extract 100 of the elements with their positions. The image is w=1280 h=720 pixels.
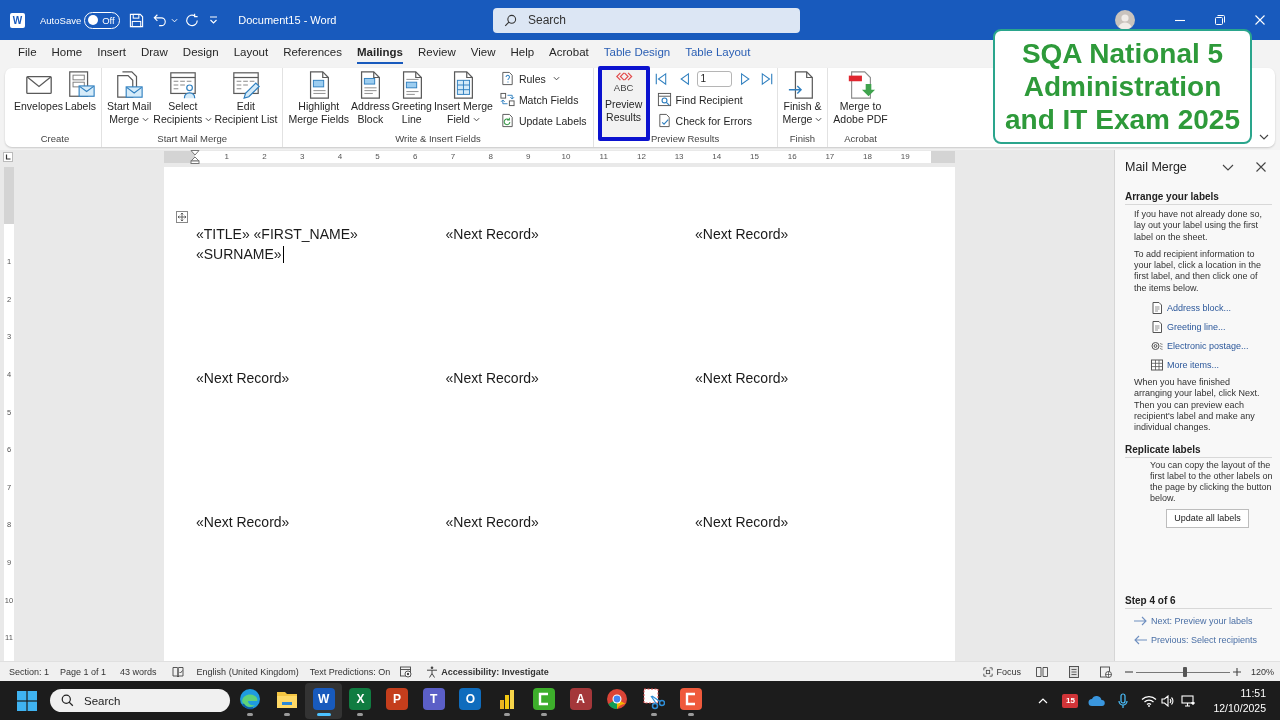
customize-icon[interactable]: [209, 16, 219, 24]
web-layout-icon[interactable]: [1099, 665, 1112, 678]
chevron-down-icon[interactable]: [1222, 163, 1234, 171]
ribbon-button[interactable]: Check for Errors: [654, 110, 773, 131]
close-icon[interactable]: [1256, 162, 1266, 172]
table-move-handle-icon[interactable]: [176, 211, 188, 223]
search-field[interactable]: Search: [493, 7, 800, 33]
merge-field-text: «Next Record»: [445, 514, 539, 530]
menu-tab[interactable]: References: [283, 40, 342, 64]
previous-record-icon[interactable]: [678, 71, 691, 86]
instruction-text: You can copy the layout of the first label to the other labels on the page by clicking the button below.: [1150, 459, 1274, 505]
taskbar-app-button[interactable]: O: [452, 682, 489, 719]
update-all-labels-button[interactable]: Update all labels: [1166, 508, 1249, 528]
ribbon-button[interactable]: Update Labels: [497, 110, 589, 131]
ribbon-button[interactable]: Select Recipients: [152, 68, 214, 130]
caret-icon[interactable]: [171, 17, 179, 23]
chevron-up-icon[interactable]: [1038, 697, 1049, 704]
accessibility-status[interactable]: Accessibility: Investigate: [441, 666, 549, 677]
zoom-level[interactable]: 120%: [1250, 666, 1274, 677]
menu-tab[interactable]: Table Design: [603, 40, 671, 64]
avatar-icon[interactable]: [1115, 10, 1135, 30]
text-predictions-indicator[interactable]: Text Predictions: On: [309, 666, 391, 677]
calendar-tile[interactable]: 15: [1062, 693, 1079, 708]
menu-tab[interactable]: Table Layout: [685, 40, 751, 64]
display-icon[interactable]: [1181, 694, 1197, 707]
taskbar-app-button[interactable]: W: [305, 682, 343, 719]
zoom-thumb[interactable]: [1182, 666, 1187, 677]
menu-tab[interactable]: Draw: [141, 40, 168, 64]
ribbon-button[interactable]: Envelopes: [13, 68, 65, 130]
ribbon-button[interactable]: Finish & Merge: [781, 68, 824, 130]
record-number-field[interactable]: 1: [696, 70, 732, 87]
zoom-in-icon[interactable]: [1232, 667, 1241, 676]
pane-link[interactable]: Address block...: [1151, 298, 1280, 318]
word-count[interactable]: 43 words: [120, 666, 157, 677]
indent-marker-icon[interactable]: [190, 150, 200, 164]
accessibility-icon[interactable]: [426, 665, 439, 678]
ribbon-button[interactable]: Highlight Merge Fields: [287, 68, 351, 130]
restore-icon[interactable]: [1215, 15, 1225, 25]
pane-link[interactable]: Greeting line...: [1151, 317, 1280, 337]
merge-field-text: «Next Record»: [445, 226, 539, 242]
cloud-icon[interactable]: [1088, 694, 1107, 707]
ribbon-button[interactable]: Labels: [64, 68, 97, 130]
macro-record-icon[interactable]: [400, 665, 413, 678]
pane-title: Mail Merge: [1125, 160, 1187, 174]
menu-tab[interactable]: Help: [510, 40, 535, 64]
menu-tab[interactable]: Home: [51, 40, 83, 64]
book-check-icon[interactable]: [171, 665, 184, 678]
save-icon[interactable]: [129, 12, 145, 28]
c-logo-icon: [679, 687, 702, 710]
section-indicator[interactable]: Section: 1: [9, 666, 50, 677]
ribbon-button[interactable]: Edit Recipient List: [213, 68, 279, 130]
page-indicator[interactable]: Page 1 of 1: [60, 666, 107, 677]
menu-tab[interactable]: Layout: [233, 40, 269, 64]
search-field[interactable]: Search: [50, 689, 230, 712]
ribbon-button[interactable]: Start Mail Merge: [106, 68, 153, 130]
document-title: Document15 - Word: [238, 14, 337, 26]
print-layout-icon[interactable]: [1067, 665, 1080, 678]
wifi-icon[interactable]: [1141, 694, 1158, 707]
menu-tab[interactable]: Acrobat: [549, 40, 589, 64]
ruler-number: 11: [598, 151, 609, 163]
ribbon-button[interactable]: Address Block: [350, 68, 391, 130]
ribbon-button[interactable]: Rules: [497, 68, 589, 89]
focus-icon: [983, 666, 994, 677]
start-icon[interactable]: [17, 690, 37, 711]
menu-tab[interactable]: Mailings: [357, 40, 403, 64]
ribbon-button[interactable]: Find Recipient: [654, 89, 773, 110]
merge-field-text: «SURNAME»: [196, 246, 282, 262]
ribbon-button[interactable]: Merge to Adobe PDF: [832, 68, 889, 130]
redo-icon[interactable]: [185, 13, 200, 27]
taskbar-app-button[interactable]: P: [378, 682, 416, 719]
language-indicator[interactable]: English (United Kingdom): [196, 666, 299, 677]
read-mode-icon[interactable]: [1035, 665, 1048, 678]
ribbon-button[interactable]: ABC Preview Results: [597, 66, 650, 141]
next-record-icon[interactable]: [738, 71, 751, 86]
speaker-icon[interactable]: [1161, 694, 1175, 707]
taskbar-app-button[interactable]: X: [342, 682, 379, 719]
menu-tab[interactable]: File: [18, 40, 37, 64]
clock-time[interactable]: 11:51: [1240, 685, 1266, 701]
menu-tab[interactable]: Insert: [97, 40, 126, 64]
ribbon-button[interactable]: Insert Merge Field: [432, 68, 494, 130]
taskbar-app-button[interactable]: A: [562, 682, 599, 719]
ribbon-button[interactable]: Greeting Line: [390, 68, 433, 130]
pane-link[interactable]: More items...: [1151, 355, 1280, 375]
clock-date[interactable]: 12/10/2025: [1213, 700, 1266, 716]
microphone-icon[interactable]: [1118, 692, 1129, 709]
undo-icon[interactable]: [153, 13, 168, 27]
step-link[interactable]: Previous: Select recipients: [1134, 630, 1280, 649]
tab-stop-icon[interactable]: [3, 152, 13, 162]
first-record-icon[interactable]: [654, 71, 667, 86]
focus-button[interactable]: Focus: [983, 666, 1021, 677]
step-link[interactable]: Next: Preview your labels: [1134, 611, 1280, 630]
last-record-icon[interactable]: [760, 71, 773, 86]
menu-tab[interactable]: Design: [182, 40, 219, 64]
chevron-down-icon[interactable]: [1259, 134, 1269, 140]
pane-link[interactable]: Electronic postage...: [1151, 336, 1280, 356]
taskbar-app-button[interactable]: T: [415, 682, 453, 719]
group-label: Write & Insert Fields: [394, 132, 482, 146]
menu-tab[interactable]: Review: [418, 40, 456, 64]
menu-tab[interactable]: View: [470, 40, 496, 64]
ribbon-button[interactable]: Match Fields: [497, 89, 589, 110]
